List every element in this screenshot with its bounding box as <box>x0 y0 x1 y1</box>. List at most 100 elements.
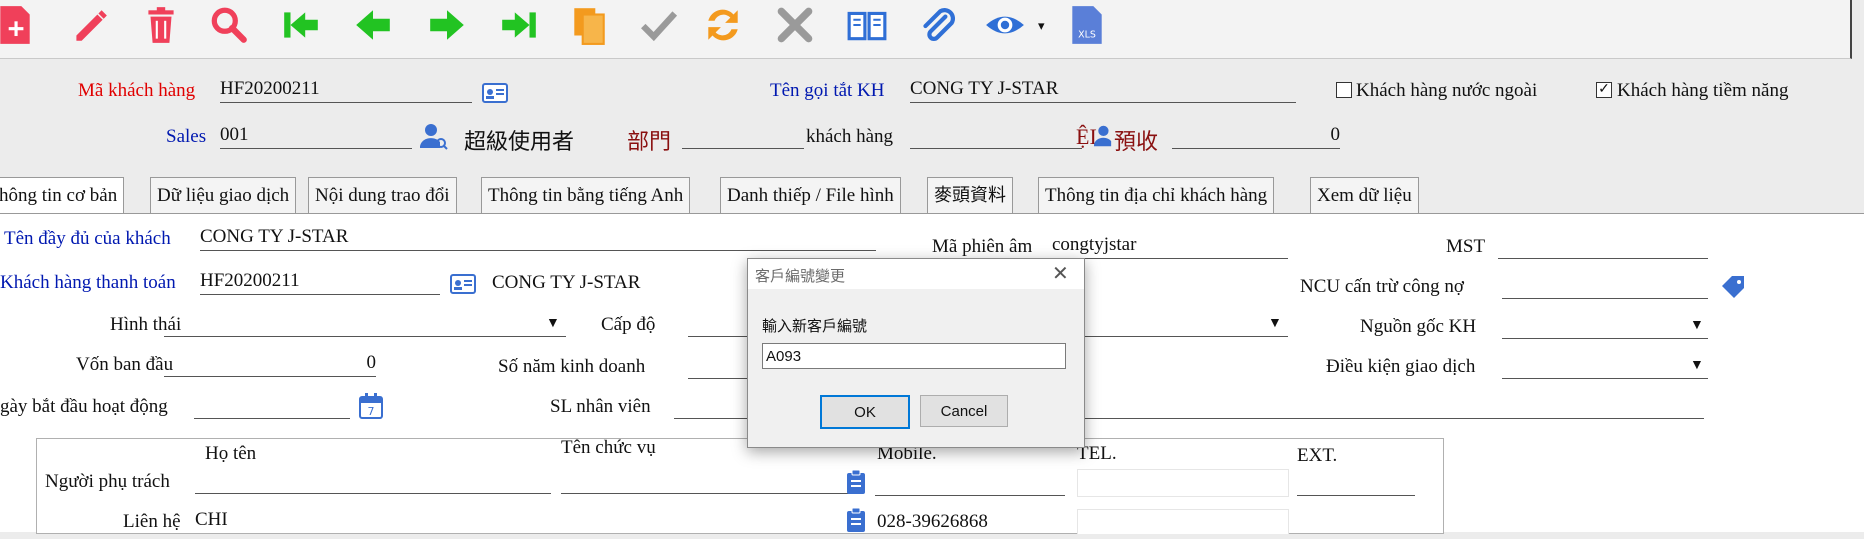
svg-text:7: 7 <box>368 405 375 418</box>
contact-label: Liên hệ <box>123 511 181 532</box>
chevron-down-icon[interactable]: ▼ <box>546 316 560 332</box>
customer-header: Mã khách hàng HF20200211 Tên gọi tắt KH … <box>0 60 1864 178</box>
close-icon[interactable]: ✕ <box>1052 261 1069 286</box>
contact-tel-field[interactable] <box>1077 509 1289 534</box>
toolbar: ▾ XLS <box>0 0 1852 59</box>
customer-code-field[interactable]: HF20200211 <box>220 78 472 103</box>
contact-name-field[interactable]: CHI <box>195 509 551 533</box>
chevron-down-icon[interactable]: ▾ <box>1038 18 1045 34</box>
contact-panel: Họ tên Tên chức vụ Mobile. TEL. EXT. Ngư… <box>36 437 1444 534</box>
contact-mobile-value: 028-39626868 <box>877 511 988 532</box>
chevron-down-icon[interactable]: ▼ <box>1690 358 1704 374</box>
contact-card-icon[interactable] <box>450 274 476 300</box>
chevron-down-icon[interactable]: ▼ <box>1268 316 1282 332</box>
search-icon[interactable] <box>206 2 252 48</box>
tax-code-field[interactable] <box>1498 234 1708 259</box>
contact-ext-field[interactable] <box>1297 509 1415 533</box>
tag-icon[interactable] <box>1718 274 1748 304</box>
tab-english-info[interactable]: Thông tin bằng tiếng Anh <box>481 177 691 213</box>
excel-icon[interactable]: XLS <box>1064 2 1110 48</box>
first-record-icon[interactable] <box>278 2 324 48</box>
start-date-field[interactable] <box>194 394 350 419</box>
calendar-icon[interactable]: 7 <box>358 392 384 426</box>
initial-capital-field[interactable]: 0 <box>164 352 376 377</box>
customer-label: khách hàng <box>806 126 894 147</box>
new-customer-code-input[interactable]: A093 <box>762 343 1066 369</box>
view-icon[interactable] <box>982 2 1028 48</box>
edit-icon[interactable] <box>66 2 112 48</box>
tax-code-label: MST <box>1446 236 1486 257</box>
start-date-label: gày bắt đầu hoạt động <box>0 396 168 417</box>
department-label: 部門 <box>627 130 672 155</box>
delete-icon[interactable] <box>138 2 184 48</box>
origin-label: Nguồn gốc KH <box>1360 316 1477 337</box>
tab-address-info[interactable]: Thông tin địa chỉ khách hàng <box>1038 177 1275 213</box>
type-select[interactable] <box>164 312 566 337</box>
confirm-icon[interactable] <box>636 2 682 48</box>
ext-column-header: EXT. <box>1297 445 1338 466</box>
short-name-field[interactable]: CONG TY J-STAR <box>910 78 1296 103</box>
attach-icon[interactable] <box>914 2 960 48</box>
sales-label: Sales <box>166 126 207 147</box>
clipboard-icon[interactable] <box>845 469 867 501</box>
next-record-icon[interactable] <box>424 2 470 48</box>
contact-card-icon[interactable] <box>482 83 508 109</box>
customer-field[interactable] <box>910 124 1082 149</box>
tab-basic-info[interactable]: hông tin cơ bản <box>0 177 125 213</box>
phonetic-field[interactable]: congtyjstar <box>1052 234 1288 259</box>
person-in-charge-position-field[interactable] <box>561 469 851 494</box>
tab-bar: hông tin cơ bản Dữ liệu giao dịch Nội du… <box>0 177 1864 214</box>
last-record-icon[interactable] <box>496 2 542 48</box>
person-in-charge-label: Người phụ trách <box>45 471 170 492</box>
name-column-header: Họ tên <box>205 443 257 464</box>
book-icon[interactable] <box>844 2 890 48</box>
sales-field[interactable]: 001 <box>220 124 412 149</box>
full-name-label: Tên đầy đủ của khách <box>4 228 171 249</box>
prepaid-field[interactable]: 0 <box>1172 124 1340 149</box>
business-years-label: Số năm kinh doanh <box>498 356 646 377</box>
tab-transaction-data[interactable]: Dữ liệu giao dịch <box>150 177 297 213</box>
full-name-field[interactable]: CONG TY J-STAR <box>200 226 876 251</box>
tab-communication[interactable]: Nội dung trao đổi <box>308 177 457 213</box>
ncu-offset-field[interactable] <box>1502 274 1708 299</box>
foreign-customer-checkbox[interactable] <box>1336 82 1352 98</box>
trade-terms-label: Điều kiện giao dịch <box>1326 356 1476 377</box>
level-label: Cấp độ <box>601 314 656 335</box>
foreign-customer-label: Khách hàng nước ngoài <box>1356 80 1538 101</box>
clipboard-icon[interactable] <box>845 507 867 539</box>
change-customer-code-dialog: 客戶編號變更 ✕ 輸入新客戶編號 A093 OK Cancel <box>747 258 1085 448</box>
short-name-label: Tên gọi tắt KH <box>770 80 885 101</box>
origin-select[interactable] <box>1502 314 1708 339</box>
phonetic-label: Mã phiên âm <box>932 236 1033 257</box>
potential-customer-checkbox[interactable]: ✓ <box>1596 82 1612 98</box>
ncu-offset-label: NCU cấn trừ công nợ <box>1300 276 1464 297</box>
cancel-button[interactable]: Cancel <box>920 395 1008 427</box>
cancel-icon[interactable] <box>772 2 818 48</box>
billing-customer-field[interactable]: HF20200211 <box>200 270 440 295</box>
person-in-charge-ext-field[interactable] <box>1297 469 1415 496</box>
ok-button[interactable]: OK <box>820 395 910 429</box>
initial-capital-label: Vốn ban đầu <box>76 354 174 375</box>
person-in-charge-mobile-field[interactable] <box>875 469 1065 496</box>
dialog-prompt: 輸入新客戶編號 <box>762 317 868 335</box>
new-doc-icon[interactable] <box>0 2 38 48</box>
tab-view-data[interactable]: Xem dữ liệu <box>1310 177 1419 213</box>
position-column-header: Tên chức vụ <box>561 437 656 458</box>
tab-business-card[interactable]: Danh thiếp / File hình <box>720 177 901 213</box>
chevron-down-icon[interactable]: ▼ <box>1690 318 1704 334</box>
sales-name: 超級使用者 <box>464 130 575 155</box>
billing-customer-name: CONG TY J-STAR <box>492 272 641 293</box>
user-search-icon[interactable] <box>419 122 448 156</box>
refresh-icon[interactable] <box>700 2 746 48</box>
billing-customer-label: Khách hàng thanh toán <box>0 272 176 293</box>
person-in-charge-tel-field[interactable] <box>1077 469 1289 497</box>
tab-shipping-mark[interactable]: 麥頭資料 <box>927 177 1013 213</box>
trade-terms-select[interactable] <box>1502 354 1708 379</box>
department-field[interactable] <box>682 124 804 149</box>
prev-record-icon[interactable] <box>350 2 396 48</box>
staff-count-label: SL nhân viên <box>550 396 651 417</box>
person-in-charge-name-field[interactable] <box>195 469 551 494</box>
copy-icon[interactable] <box>566 2 612 48</box>
prepaid-label: 預收 <box>1114 130 1159 155</box>
svg-text:XLS: XLS <box>1078 30 1096 41</box>
